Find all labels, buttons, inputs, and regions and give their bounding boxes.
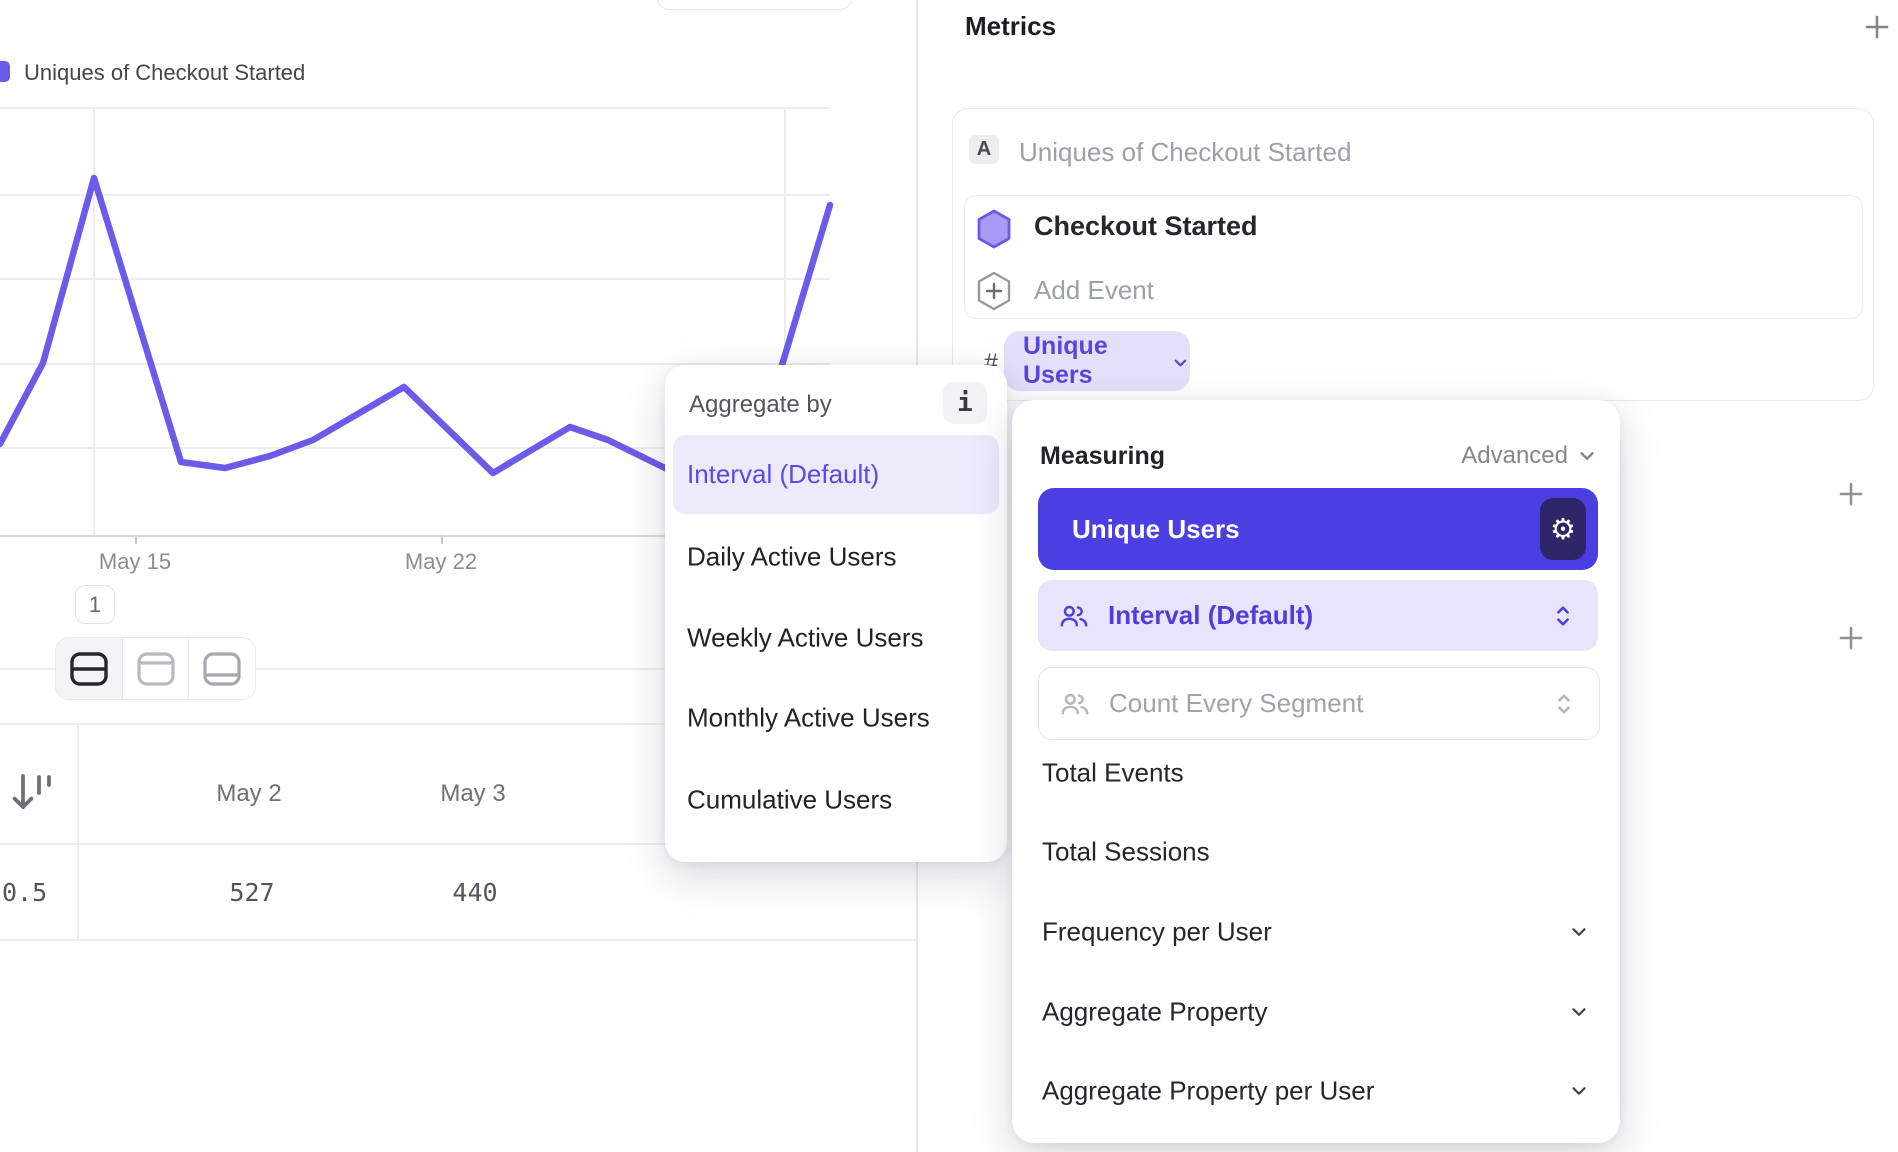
chevron-down-icon[interactable] [1568,1001,1590,1023]
aggregate-option-label: Interval (Default) [687,459,879,490]
measuring-option[interactable]: Frequency per User [1042,917,1272,948]
aggregate-option[interactable]: Monthly Active Users [687,703,930,734]
add-metric-icon[interactable] [1864,14,1890,40]
measurement-chip[interactable]: Unique Users [1004,331,1190,391]
advanced-toggle[interactable]: Advanced [1461,442,1598,470]
event-name[interactable]: Checkout Started [1034,211,1258,242]
bottom-bar-icon [202,651,242,687]
metric-card: A Uniques of Checkout Started Checkout S… [952,108,1874,401]
legend-swatch [0,61,10,82]
measuring-selected-button[interactable]: Unique Users ⚙ [1038,488,1598,570]
segment-count-dropdown[interactable]: Count Every Segment [1038,667,1600,740]
metric-name[interactable]: Uniques of Checkout Started [1019,137,1351,168]
layout-bottom-bar-button[interactable] [189,638,255,699]
gridline-vertical [93,107,95,535]
event-hexagon-icon [975,208,1013,250]
axis-tick-label: May 15 [99,549,171,575]
users-icon [1061,692,1089,716]
add-event-icon [975,270,1013,312]
legend-label: Uniques of Checkout Started [24,60,305,86]
add-row-icon[interactable] [1838,625,1864,651]
measuring-selected-label: Unique Users [1072,514,1240,545]
gear-icon: ⚙ [1550,512,1576,547]
measuring-option[interactable]: Aggregate Property per User [1042,1076,1374,1107]
measuring-option[interactable]: Aggregate Property [1042,997,1267,1028]
add-event-button[interactable]: Add Event [1034,275,1154,306]
interval-dropdown-label: Interval (Default) [1108,600,1313,631]
interval-dropdown[interactable]: Interval (Default) [1038,580,1598,651]
top-bar-icon [136,651,176,687]
layout-split-horizontal-button[interactable] [56,638,123,699]
measurement-chip-label: Unique Users [1023,332,1161,390]
split-horizontal-icon [69,651,109,687]
add-row-icon[interactable] [1838,481,1864,507]
aggregate-by-popup: Aggregate by i Interval (Default) Daily … [665,365,1007,862]
chevron-down-icon [1171,352,1190,374]
measuring-option[interactable]: Total Sessions [1042,837,1210,868]
aggregate-option[interactable]: Cumulative Users [687,785,892,816]
table-row-label-fragment: 0.5 [2,878,47,907]
gridline [0,278,830,280]
metrics-title: Metrics [965,11,1056,42]
table-header-cell[interactable]: May 2 [216,780,281,808]
segment-count-label: Count Every Segment [1109,688,1363,719]
users-icon [1060,604,1088,628]
chevron-down-icon [1576,445,1598,467]
layout-top-bar-button[interactable] [123,638,190,699]
measuring-popup: Measuring Advanced Unique Users ⚙ Interv… [1012,400,1620,1143]
metric-series-badge: A [969,135,999,164]
partial-toolbar-button[interactable] [657,0,852,10]
measuring-title: Measuring [1040,442,1165,471]
settings-button[interactable]: ⚙ [1540,498,1586,560]
annotation-badge[interactable]: 1 [75,585,115,624]
measuring-option[interactable]: Total Events [1042,758,1184,789]
aggregate-option[interactable]: Daily Active Users [687,542,897,573]
info-icon[interactable]: i [943,382,987,424]
aggregate-by-title: Aggregate by [689,391,832,419]
axis-tick-label: May 22 [405,549,477,575]
chart-legend[interactable]: Uniques of Checkout Started [0,60,305,86]
chevron-down-icon[interactable] [1568,921,1590,943]
aggregate-option-selected[interactable]: Interval (Default) [673,435,999,514]
chevron-updown-icon [1553,691,1575,717]
chevron-updown-icon [1552,603,1574,629]
table-column-divider [77,723,79,939]
gridline [0,194,830,196]
aggregate-option[interactable]: Weekly Active Users [687,623,923,654]
axis-tick [135,535,137,544]
advanced-label: Advanced [1461,442,1568,470]
table-border [0,939,916,941]
sort-icon[interactable] [12,768,54,816]
gridline [0,107,830,109]
axis-tick [441,535,443,544]
table-header-cell[interactable]: May 3 [440,780,505,808]
table-cell-value: 440 [452,878,497,907]
layout-toggle-group [55,637,256,700]
event-card: Checkout Started Add Event [964,195,1863,319]
chevron-down-icon[interactable] [1568,1080,1590,1102]
table-cell-value: 527 [229,878,274,907]
annotation-badge-label: 1 [89,592,101,618]
